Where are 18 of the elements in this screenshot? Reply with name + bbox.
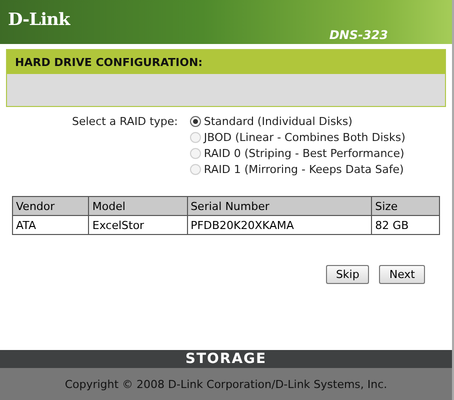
raid-type-label: Select a RAID type: [72,115,178,130]
column-header: Model [88,196,188,216]
raid-option[interactable]: Standard (Individual Disks) [190,115,406,128]
model-name: DNS-323 [329,28,388,42]
column-header: Serial Number [187,196,372,216]
section-title: HARD DRIVE CONFIGURATION: [15,56,203,68]
copyright-text: Copyright © 2008 D-Link Corporation/D-Link Systems, Inc. [64,378,388,390]
skip-button[interactable]: Skip [326,265,370,284]
column-header: Size [372,196,440,216]
logo: D-Link [8,10,70,32]
column-header: Vendor [12,196,89,216]
table-cell: ExcelStor [88,216,188,234]
table-cell: PFDB20K20XKAMA [187,216,372,234]
table-cell: ATA [12,216,89,234]
radio-button[interactable] [190,116,201,127]
table-cell: 82 GB [372,216,440,234]
next-button[interactable]: Next [379,265,425,284]
footer-bar-title: STORAGE [185,351,267,367]
